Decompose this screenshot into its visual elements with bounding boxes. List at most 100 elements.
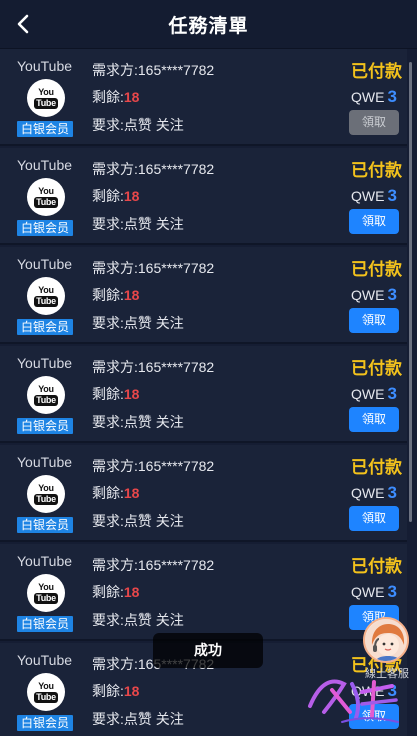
task-code: QWE 3 [351, 186, 397, 206]
remaining-text: 剩餘:18 [92, 681, 139, 701]
logo-text-bottom: Tube [34, 97, 58, 109]
requirement-text: 要求:点赞 关注 [92, 711, 184, 727]
youtube-logo-icon: You Tube [27, 673, 65, 711]
paid-status: 已付款 [351, 260, 402, 279]
scrollbar[interactable] [409, 62, 412, 522]
logo-text-top: You [38, 680, 54, 691]
requirement-text: 要求:点赞 关注 [92, 216, 184, 232]
remaining-label: 剩餘: [92, 287, 124, 303]
remaining-count: 18 [123, 287, 140, 303]
logo-text-bottom: Tube [34, 394, 58, 406]
remaining-count: 18 [123, 485, 140, 501]
logo-text-bottom: Tube [34, 295, 58, 307]
remaining-label: 剩餘: [92, 89, 124, 105]
member-badge: 白银会员 [17, 121, 73, 137]
requester-text: 需求方:165****7782 [92, 359, 215, 375]
requirement-text: 要求:点赞 关注 [92, 513, 184, 529]
remaining-text: 剩餘:18 [92, 483, 139, 503]
youtube-logo-icon: You Tube [27, 178, 65, 216]
member-badge: 白银会员 [17, 418, 73, 434]
member-badge: 白银会员 [17, 517, 73, 533]
back-arrow-icon[interactable] [12, 12, 36, 36]
remaining-count: 18 [123, 683, 140, 699]
logo-text-top: You [38, 482, 54, 493]
logo-text-top: You [38, 383, 54, 394]
paid-status: 已付款 [351, 359, 402, 378]
remaining-count: 18 [123, 386, 140, 402]
task-code: QWE 3 [351, 582, 397, 602]
member-badge: 白银会员 [17, 220, 73, 236]
requester-text: 需求方:165****7782 [92, 62, 215, 78]
claim-button[interactable]: 領取 [349, 209, 399, 234]
requester-text: 需求方:165****7782 [92, 557, 215, 573]
task-card: YouTube YouTube 白银会员 需求方:165****7782 剩餘:… [0, 346, 407, 443]
brand-watermark-logo [308, 679, 399, 723]
youtube-logo-icon: You Tube [27, 475, 65, 513]
member-badge: 白银会员 [17, 715, 73, 731]
claim-button[interactable]: 領取 [349, 506, 399, 531]
youtube-logo-icon: You Tube [27, 574, 65, 612]
youtube-logo-icon: You Tube [27, 79, 65, 117]
requester-text: 需求方:165****7782 [92, 260, 215, 276]
task-code-number: 3 [387, 87, 397, 106]
task-code: QWE 3 [351, 285, 397, 305]
task-code-label: QWE [351, 287, 385, 303]
task-code-number: 3 [387, 582, 397, 601]
task-card: YouTube YouTube 白银会员 需求方:165****7782 剩餘:… [0, 148, 407, 245]
remaining-text: 剩餘:18 [92, 186, 139, 206]
requirement-text: 要求:点赞 关注 [92, 315, 184, 331]
task-code-number: 3 [387, 285, 397, 304]
remaining-label: 剩餘: [92, 584, 124, 600]
task-code: QWE 3 [351, 483, 397, 503]
paid-status: 已付款 [351, 557, 402, 576]
remaining-count: 18 [123, 89, 140, 105]
task-code-number: 3 [387, 483, 397, 502]
task-card: YouTube YouTube 白银会员 需求方:165****7782 剩餘:… [0, 544, 407, 641]
customer-service-avatar-icon [363, 617, 409, 663]
platform-name: YouTube [17, 256, 73, 272]
platform-name: YouTube [17, 157, 73, 173]
task-code-number: 3 [387, 186, 397, 205]
youtube-logo-icon: You Tube [27, 277, 65, 315]
requirement-text: 要求:点赞 关注 [92, 414, 184, 430]
task-code-number: 3 [387, 384, 397, 403]
member-badge: 白银会员 [17, 319, 73, 335]
task-code-label: QWE [351, 188, 385, 204]
customer-service-button[interactable]: 線上客服 [361, 617, 411, 680]
task-card: YouTube YouTube 白银会员 需求方:165****7782 剩餘:… [0, 445, 407, 542]
logo-text-top: You [38, 86, 54, 97]
platform-name: YouTube [17, 553, 73, 569]
task-code-label: QWE [351, 485, 385, 501]
task-code-label: QWE [351, 89, 385, 105]
app-header: 任務清單 [0, 0, 417, 49]
requester-text: 需求方:165****7782 [92, 161, 215, 177]
logo-text-bottom: Tube [34, 196, 58, 208]
claim-button[interactable]: 領取 [349, 308, 399, 333]
platform-name: YouTube [17, 454, 73, 470]
task-code: QWE 3 [351, 384, 397, 404]
remaining-text: 剩餘:18 [92, 384, 139, 404]
youtube-logo-icon: You Tube [27, 376, 65, 414]
logo-text-top: You [38, 284, 54, 295]
task-card: YouTube YouTube 白银会员 需求方:165****7782 剩餘:… [0, 49, 407, 146]
claim-button-disabled[interactable]: 領取 [349, 110, 399, 135]
remaining-text: 剩餘:18 [92, 87, 139, 107]
requester-text: 需求方:165****7782 [92, 458, 215, 474]
paid-status: 已付款 [351, 458, 402, 477]
remaining-label: 剩餘: [92, 188, 124, 204]
remaining-label: 剩餘: [92, 485, 124, 501]
task-code-label: QWE [351, 584, 385, 600]
platform-name: YouTube [17, 355, 73, 371]
platform-name: YouTube [17, 652, 73, 668]
logo-text-bottom: Tube [34, 592, 58, 604]
page-title: 任務清單 [168, 15, 249, 37]
remaining-label: 剩餘: [92, 386, 124, 402]
logo-text-top: You [38, 185, 54, 196]
remaining-text: 剩餘:18 [92, 285, 139, 305]
task-code-label: QWE [351, 386, 385, 402]
paid-status: 已付款 [351, 62, 402, 81]
member-badge: 白银会员 [17, 616, 73, 632]
claim-button[interactable]: 領取 [349, 407, 399, 432]
remaining-text: 剩餘:18 [92, 582, 139, 602]
logo-text-bottom: Tube [34, 493, 58, 505]
